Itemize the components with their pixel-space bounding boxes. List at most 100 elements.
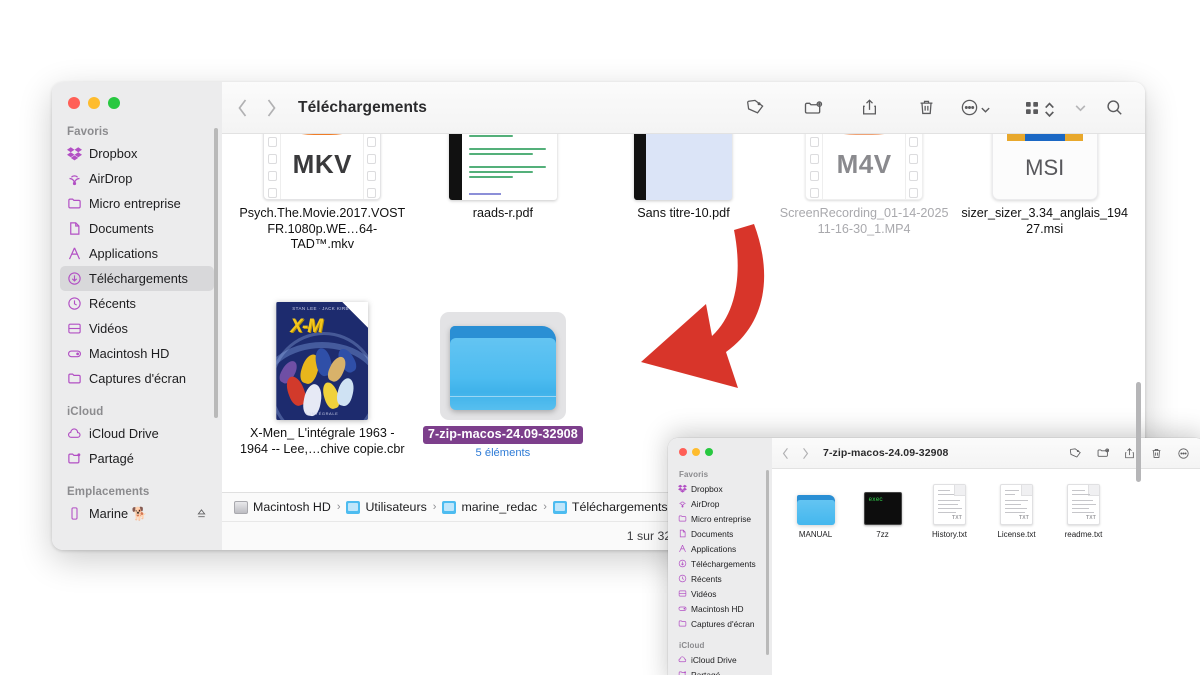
sidebar-item-applications[interactable]: Applications [60, 241, 214, 266]
content-scrollbar[interactable] [1136, 382, 1141, 482]
sidebar-item-macintosh-hd[interactable]: Macintosh HD [673, 601, 767, 616]
airdrop-icon [67, 171, 82, 186]
close-button[interactable] [679, 448, 687, 456]
sidebar-item-label: Téléchargements [89, 271, 188, 286]
file-name: ScreenRecording_01-14-2025 11-16-30_1.MP… [779, 206, 949, 236]
sidebar-item-micro-entreprise[interactable]: Micro entreprise [60, 191, 214, 216]
sidebar-item-videos[interactable]: Vidéos [673, 586, 767, 601]
back-icon[interactable] [781, 447, 790, 460]
navigation-buttons[interactable] [781, 447, 810, 460]
downloads-icon [678, 559, 687, 568]
sidebar: Favoris Dropbox AirDrop Micro entreprise… [52, 82, 222, 550]
file-item[interactable]: TXT License.txt [983, 483, 1050, 539]
minimize-button[interactable] [88, 97, 100, 109]
file-name: MANUAL [798, 530, 833, 539]
file-item[interactable]: MSI sizer_sizer_3.34_anglais_19427.msi [954, 134, 1135, 272]
sidebar-item-label: Vidéos [89, 321, 128, 336]
harddisk-icon [678, 604, 687, 613]
file-name: sizer_sizer_3.34_anglais_19427.msi [961, 206, 1128, 236]
breadcrumb-utilisateurs[interactable]: Utilisateurs [346, 500, 427, 514]
sidebar-item-macintosh-hd[interactable]: Macintosh HD [60, 341, 214, 366]
sidebar-scrollbar[interactable] [214, 128, 218, 418]
chevron-down-faint-icon[interactable] [1074, 101, 1087, 114]
sidebar-item-documents[interactable]: Documents [60, 216, 214, 241]
breadcrumb-marine-redac[interactable]: marine_redac [442, 500, 537, 514]
sidebar-item-recents[interactable]: Récents [60, 291, 214, 316]
new-folder-icon[interactable] [791, 93, 834, 123]
search-icon[interactable] [1101, 93, 1127, 123]
window-controls[interactable] [679, 448, 713, 456]
sidebar-item-telechargements[interactable]: Téléchargements [673, 556, 767, 571]
dropbox-icon [67, 146, 82, 161]
sidebar-item-dropbox[interactable]: Dropbox [673, 481, 767, 496]
sidebar-item-dropbox[interactable]: Dropbox [60, 141, 214, 166]
msi-file-icon: MSI [991, 134, 1098, 200]
window-title: 7-zip-macos-24.09-32908 [823, 447, 949, 459]
forward-icon[interactable] [265, 98, 278, 118]
window-controls[interactable] [68, 97, 120, 109]
pdf-blue-file-icon [634, 134, 733, 200]
file-item[interactable]: raads-r.pdf [413, 134, 594, 272]
sidebar-scrollbar[interactable] [766, 470, 769, 655]
text-file-icon: TXT [1000, 484, 1033, 525]
sidebar-item-airdrop[interactable]: AirDrop [673, 496, 767, 511]
file-item[interactable]: TXT History.txt [916, 483, 983, 539]
new-folder-icon[interactable] [1089, 443, 1116, 463]
screenshot-canvas: Favoris Dropbox AirDrop Micro entreprise… [0, 0, 1200, 675]
sidebar-item-micro-entreprise[interactable]: Micro entreprise [673, 511, 767, 526]
file-thumbnail [634, 134, 733, 200]
forward-icon[interactable] [801, 447, 810, 460]
toolbar-actions [1062, 443, 1197, 463]
file-type-badge: M4V [836, 148, 892, 179]
navigation-buttons[interactable] [236, 98, 278, 118]
zoom-button[interactable] [705, 448, 713, 456]
sidebar-item-applications[interactable]: Applications [673, 541, 767, 556]
breadcrumb-telechargements[interactable]: Téléchargements [552, 500, 668, 514]
sidebar-item-label: Récents [691, 573, 722, 584]
file-item-selected[interactable]: 7-zip-macos-24.09-32908 5 éléments [413, 272, 594, 487]
shared-folder-icon [67, 451, 82, 466]
sidebar-item-icloud-drive[interactable]: iCloud Drive [673, 652, 767, 667]
selection-highlight [439, 312, 566, 420]
zoom-button[interactable] [108, 97, 120, 109]
file-thumbnail: TXT [933, 483, 966, 525]
file-item[interactable]: M4V ScreenRecording_01-14-2025 11-16-30_… [774, 134, 955, 272]
minimize-button[interactable] [692, 448, 700, 456]
sidebar-item-telechargements[interactable]: Téléchargements [60, 266, 214, 291]
stepper-icon[interactable] [1043, 100, 1056, 118]
sidebar-item-captures-decran[interactable]: Captures d'écran [60, 366, 214, 391]
tag-icon[interactable] [1062, 443, 1089, 463]
file-item[interactable]: STAN LEE · JACK KIRBY X-M L'INTÉGRALE X-… [232, 272, 413, 487]
breadcrumb-macintosh-hd[interactable]: Macintosh HD [234, 500, 331, 514]
breadcrumb-separator: › [432, 501, 437, 513]
share-icon[interactable] [848, 93, 891, 123]
sidebar-item-documents[interactable]: Documents [673, 526, 767, 541]
sidebar-item-captures-decran[interactable]: Captures d'écran [673, 616, 767, 631]
file-item[interactable]: Sans titre-10.pdf [593, 134, 774, 272]
file-item[interactable]: MANUAL [782, 483, 849, 539]
sidebar-item-partage[interactable]: Partagé [60, 446, 214, 471]
eject-icon[interactable] [196, 508, 207, 519]
sidebar-item-marine[interactable]: Marine 🐕 [60, 501, 214, 526]
file-item[interactable]: TXT readme.txt [1050, 483, 1117, 539]
sidebar-item-videos[interactable]: Vidéos [60, 316, 214, 341]
sidebar-item-label: Partagé [691, 669, 721, 675]
sidebar-item-airdrop[interactable]: AirDrop [60, 166, 214, 191]
sidebar-item-label: Macintosh HD [89, 346, 170, 361]
sidebar-item-icloud-drive[interactable]: iCloud Drive [60, 421, 214, 446]
file-item[interactable]: MKV Psych.The.Movie.2017.VOSTFR.1080p.WE… [232, 134, 413, 272]
back-icon[interactable] [236, 98, 249, 118]
sidebar-item-recents[interactable]: Récents [673, 571, 767, 586]
chevron-down-icon[interactable] [980, 102, 991, 113]
more-actions-icon[interactable] [1170, 443, 1197, 463]
sidebar-item-label: AirDrop [691, 498, 720, 509]
tag-icon[interactable] [734, 93, 777, 123]
file-item[interactable]: exec 7zz [849, 483, 916, 539]
trash-icon[interactable] [1143, 443, 1170, 463]
close-button[interactable] [68, 97, 80, 109]
sidebar-group-icloud: iCloud [679, 641, 705, 650]
sidebar-item-partage[interactable]: Partagé [673, 667, 767, 675]
trash-icon[interactable] [905, 93, 948, 123]
file-type-badge: MKV [292, 148, 352, 179]
clock-icon [67, 296, 82, 311]
